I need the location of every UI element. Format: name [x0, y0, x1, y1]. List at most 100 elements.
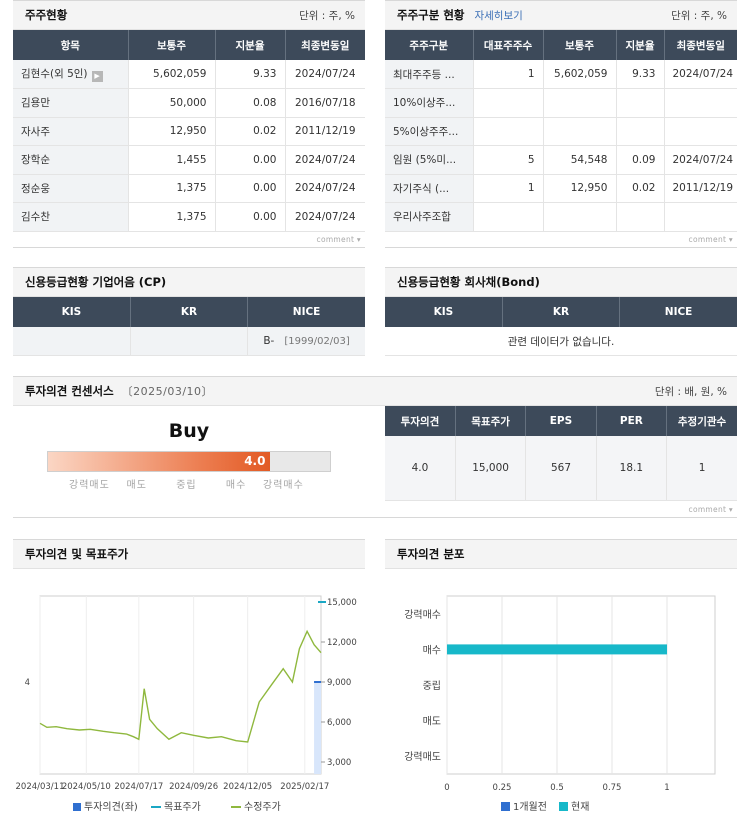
- scale-labels: 강력매도 매도 중립 매수 강력매수: [69, 476, 304, 491]
- table-cell: [664, 88, 737, 118]
- legend-swatch: [73, 803, 81, 811]
- table-row: 김수찬 1,375 0.00 2024/07/24: [13, 202, 365, 232]
- target-price-panel: 투자의견 및 목표주가: [13, 539, 365, 569]
- y-right-tick-label: 15,000: [327, 598, 357, 608]
- table-cell: 0.00: [215, 145, 286, 175]
- expand-icon[interactable]: ▶: [91, 71, 103, 82]
- value-cell: 567: [525, 436, 597, 501]
- details-link[interactable]: 자세히보기: [474, 8, 522, 23]
- credit-bond-title: 신용등급현황 회사채(Bond): [397, 275, 540, 289]
- kis-cell: [13, 327, 131, 356]
- x-tick-label: 0: [444, 783, 449, 793]
- table-cell: 2011/12/19: [285, 117, 365, 146]
- table-cell: 2024/07/24: [285, 202, 365, 232]
- scale-label: 중립: [176, 480, 197, 491]
- target-price-chart: 2024/03/112024/05/10 2024/07/17 2024/09/26…: [16, 595, 357, 813]
- score-bar-track: 4.0: [47, 451, 331, 472]
- table-cell: 1,375: [128, 202, 216, 232]
- consensus-table: 투자의견 목표주가 EPS PER 추정기관수 4.0 15,000 567 1…: [385, 406, 737, 501]
- distribution-chart: 0 0.25 0.5 0.75 1 강력매수매수중립매도강력매도 1개월전 현재: [404, 595, 716, 813]
- table-row: 최대주주등 ... 1 5,602,059 9.33 2024/07/24: [385, 60, 737, 89]
- table-cell: 0.09: [616, 145, 665, 175]
- table-cell: 2024/07/24: [285, 145, 365, 175]
- table-cell: 2024/07/24: [285, 60, 365, 89]
- row-label: 자사주: [13, 117, 129, 146]
- col-header: PER: [596, 406, 668, 436]
- consensus-panel: 투자의견 컨센서스 〔2025/03/10〕 단위 : 배, 원, % Buy …: [13, 376, 737, 518]
- comment-toggle[interactable]: comment ▾: [385, 232, 737, 248]
- col-header: 목표주가: [455, 406, 527, 436]
- consensus-header: 투자의견 컨센서스 〔2025/03/10〕 단위 : 배, 원, %: [13, 376, 737, 406]
- credit-cp-header: 신용등급현황 기업어음 (CP): [13, 267, 365, 297]
- y-right-tick-label: 3,000: [327, 758, 351, 768]
- x-tick-label: 1: [664, 783, 669, 793]
- row-label: 김수찬: [13, 202, 129, 232]
- col-header: 투자의견: [385, 406, 456, 436]
- comment-toggle[interactable]: comment ▾: [13, 502, 737, 518]
- distribution-header: 투자의견 분포: [385, 539, 737, 569]
- table-cell: 50,000: [128, 88, 216, 118]
- table-cell: 12,950: [543, 174, 617, 203]
- y-category-label: 매수: [423, 644, 441, 656]
- scale-label: 강력매수: [263, 480, 304, 491]
- value-cell: 4.0: [385, 436, 456, 501]
- empty-message: 관련 데이터가 없습니다.: [385, 327, 737, 356]
- table-cell: [616, 117, 665, 146]
- x-tick-label: 2024/12/05: [223, 782, 272, 792]
- table-cell: 54,548: [543, 145, 617, 175]
- table-cell: [664, 117, 737, 146]
- opinion-label: Buy: [168, 420, 210, 442]
- score-value: 4.0: [244, 454, 266, 468]
- legend-label: 투자의견(좌): [84, 801, 138, 813]
- shareholder-types-table: 주주구분 대표주주수 보통주 지분율 최종변동일 최대주주등 ... 1 5,602…: [385, 30, 737, 232]
- y-category-label: 강력매수: [404, 609, 441, 621]
- y-category-label: 강력매도: [404, 751, 441, 763]
- legend-label: 수정주가: [244, 801, 281, 813]
- legend-label: 현재: [571, 801, 589, 813]
- opinion-bar: [314, 682, 321, 774]
- table-cell: 1: [473, 60, 544, 89]
- row-label: 임원 (5%미...: [385, 145, 474, 175]
- col-header: NICE: [619, 297, 737, 327]
- table-row: 우리사주조합: [385, 202, 737, 232]
- nice-grade: B-: [263, 335, 275, 347]
- table-row: 임원 (5%미... 5 54,548 0.09 2024/07/24: [385, 145, 737, 175]
- col-header: 지분율: [215, 30, 286, 60]
- distribution-panel: 투자의견 분포: [385, 539, 737, 569]
- x-tick-label: 2024/09/26: [169, 782, 218, 792]
- col-header: 보통주: [128, 30, 216, 60]
- col-header: 대표주주수: [473, 30, 544, 60]
- table-cell: 0.08: [215, 88, 286, 118]
- x-tick-label: 2024/05/10: [62, 782, 111, 792]
- nice-cell: B- [1999/02/03]: [247, 327, 365, 356]
- table-cell: 5: [473, 145, 544, 175]
- table-row: 김현수(외 5인) ▶ 5,602,059 9.33 2024/07/24: [13, 60, 365, 89]
- kr-cell: [130, 327, 249, 356]
- table-row: 10%이상주...: [385, 88, 737, 118]
- consensus-gauge: Buy 4.0 강력매도 매도 중립 매수 강력매수: [13, 406, 365, 501]
- row-label: 자기주식 (...: [385, 174, 474, 203]
- y-left-tick-label: 4: [25, 678, 30, 688]
- table-cell: 0.00: [215, 202, 286, 232]
- table-cell: 2016/07/18: [285, 88, 365, 118]
- nice-date: [1999/02/03]: [284, 336, 350, 347]
- row-label: 장학순: [13, 145, 129, 175]
- plot-area: [39, 595, 322, 775]
- value-cell: 15,000: [455, 436, 527, 501]
- table-cell: 9.33: [616, 60, 665, 89]
- legend-label: 1개월전: [513, 801, 547, 813]
- credit-bond-panel: 신용등급현황 회사채(Bond) KIS KR NICE 관련 데이터가 없습니…: [385, 267, 737, 356]
- x-tick-label: 2024/03/11: [16, 782, 65, 792]
- table-cell: 2024/07/24: [664, 145, 737, 175]
- consensus-unit: 단위 : 배, 원, %: [654, 385, 727, 398]
- table-row: 김용만 50,000 0.08 2016/07/18: [13, 88, 365, 118]
- y-category-label: 매도: [423, 716, 441, 728]
- target-price-header: 투자의견 및 목표주가: [13, 539, 365, 569]
- comment-toggle[interactable]: comment ▾: [13, 232, 365, 248]
- scale-label: 매수: [225, 480, 247, 491]
- col-header: KR: [130, 297, 249, 327]
- legend-label: 목표주가: [164, 801, 201, 813]
- credit-cp-panel: 신용등급현황 기업어음 (CP) KIS KR NICE B- [1999/02…: [13, 267, 365, 356]
- row-label: 정순웅: [13, 174, 129, 203]
- col-header: 항목: [13, 30, 129, 60]
